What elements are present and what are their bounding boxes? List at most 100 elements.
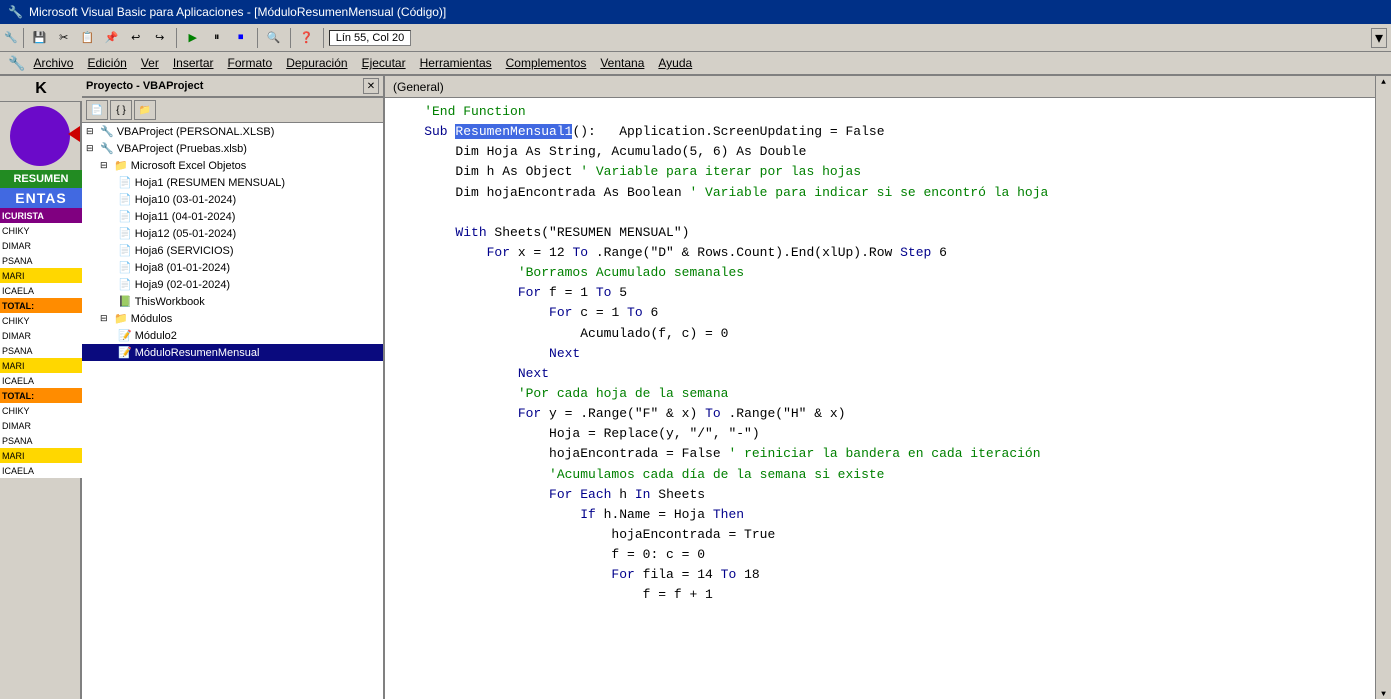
view-code-btn[interactable]: { } [110,100,132,120]
app-left-sidebar: K RESUMEN ENTAS ICURISTA CHIKY DIMAR PSA… [0,76,82,699]
find-btn[interactable]: 🔍 [263,29,285,46]
tree-label-vba2: VBAProject (Pruebas.xlsb) [117,143,247,155]
code-line-22: hojaEncontrada = True [393,525,1367,545]
title-bar-text: Microsoft Visual Basic para Aplicaciones… [29,5,446,19]
sidebar-dimar2: DIMAR [0,328,82,343]
code-line-21: If h.Name = Hoja Then [393,505,1367,525]
toolbar-icon: 🔧 [4,31,18,44]
code-line-18: hojaEncontrada = False ' reiniciar la ba… [393,444,1367,464]
folder-btn[interactable]: 📁 [134,100,156,120]
tree-label-hoja1: Hoja1 (RESUMEN MENSUAL) [135,177,285,189]
code-line-10: For f = 1 To 5 [393,283,1367,303]
cursor-position: Lín 55, Col 20 [329,30,412,46]
tree-excel-objects[interactable]: ⊟ 📁 Microsoft Excel Objetos [82,157,383,174]
menu-insertar[interactable]: Insertar [167,54,220,72]
menu-ayuda[interactable]: Ayuda [652,54,698,72]
undo-btn[interactable]: ↩ [125,29,147,46]
code-editor[interactable]: 'End Function Sub ResumenMensual1(): App… [385,98,1375,699]
tree-label-hoja11: Hoja11 (04-01-2024) [135,211,236,223]
menu-ventana[interactable]: Ventana [594,54,650,72]
ventas-label: ENTAS [0,188,82,208]
code-line-16: For y = .Range("F" & x) To .Range("H" & … [393,404,1367,424]
tree-moduloresumen[interactable]: 📝 MóduloResumenMensual [82,344,383,361]
tree-label-modulos: Módulos [131,313,173,325]
tree-label-excel: Microsoft Excel Objetos [131,160,247,172]
panel-close-btn[interactable]: ✕ [363,78,379,94]
help-btn[interactable]: ❓ [296,29,318,46]
tree-hoja8[interactable]: 📄 Hoja8 (01-01-2024) [82,259,383,276]
title-bar: 🔧 Microsoft Visual Basic para Aplicacion… [0,0,1391,24]
menu-ver[interactable]: Ver [135,54,165,72]
tree-vba1[interactable]: ⊟ 🔧 VBAProject (PERSONAL.XLSB) [82,123,383,140]
tree-vba2[interactable]: ⊟ 🔧 VBAProject (Pruebas.xlsb) [82,140,383,157]
tree-hoja1[interactable]: 📄 Hoja1 (RESUMEN MENSUAL) [82,174,383,191]
copy-btn[interactable]: 📋 [77,29,99,46]
view-object-btn[interactable]: 📄 [86,100,108,120]
tree-modulos[interactable]: ⊟ 📁 Módulos [82,310,383,327]
tree-hoja12[interactable]: 📄 Hoja12 (05-01-2024) [82,225,383,242]
cut-btn[interactable]: ✂ [53,29,75,46]
paste-btn[interactable]: 📌 [101,29,123,46]
tree-label-moduloresumen: MóduloResumenMensual [135,347,260,359]
scroll-up-btn[interactable]: ▲ [1381,78,1386,87]
code-line-3: Dim Hoja As String, Acumulado(5, 6) As D… [393,142,1367,162]
tree-label-thisworkbook: ThisWorkbook [135,296,205,308]
project-panel: Proyecto - VBAProject ✕ 📄 { } 📁 ⊟ 🔧 VBAP… [82,76,385,699]
menu-complementos[interactable]: Complementos [500,54,593,72]
code-line-20: For Each h In Sheets [393,485,1367,505]
scroll-down-btn[interactable]: ▼ [1381,690,1386,699]
tree-toggle-vba1: ⊟ [86,126,100,137]
code-line-24: For fila = 14 To 18 [393,565,1367,585]
toolbar-sep-5 [323,28,324,48]
tree-thisworkbook[interactable]: 📗 ThisWorkbook [82,293,383,310]
tree-label-hoja9: Hoja9 (02-01-2024) [135,279,230,291]
code-line-1: 'End Function [393,102,1367,122]
menu-ejecutar[interactable]: Ejecutar [356,54,412,72]
code-line-19: 'Acumulamos cada día de la semana si exi… [393,465,1367,485]
code-line-23: f = 0: c = 0 [393,545,1367,565]
sidebar-psana1: PSANA [0,253,82,268]
tree-hoja9[interactable]: 📄 Hoja9 (02-01-2024) [82,276,383,293]
sidebar-chiky1: CHIKY [0,223,82,238]
sidebar-mari2: MARI [0,358,82,373]
sidebar-chiky3: CHIKY [0,403,82,418]
menu-vb-icon: 🔧 [8,55,25,72]
sidebar-icaela3: ICAELA [0,463,82,478]
menu-archivo[interactable]: Archivo [27,54,79,72]
sidebar-chiky2: CHIKY [0,313,82,328]
tree-hoja10[interactable]: 📄 Hoja10 (03-01-2024) [82,191,383,208]
sidebar-icaela2: ICAELA [0,373,82,388]
tree-modulo2[interactable]: 📝 Módulo2 [82,327,383,344]
redo-btn[interactable]: ↪ [149,29,171,46]
code-line-17: Hoja = Replace(y, "/", "-") [393,424,1367,444]
code-line-4: Dim h As Object ' Variable para iterar p… [393,162,1367,182]
sidebar-psana3: PSANA [0,433,82,448]
right-scrollbar: ▲ ▼ [1375,76,1391,699]
code-line-5: Dim hojaEncontrada As Boolean ' Variable… [393,183,1367,203]
stop-btn[interactable]: ⏹ [230,29,252,46]
app-circle-icon [10,106,70,166]
code-line-11: For c = 1 To 6 [393,303,1367,323]
sidebar-icaela1: ICAELA [0,283,82,298]
save-btn[interactable]: 💾 [29,29,51,46]
code-line-12: Acumulado(f, c) = 0 [393,324,1367,344]
code-line-9: 'Borramos Acumulado semanales [393,263,1367,283]
sidebar-total2: TOTAL: [0,388,82,403]
code-line-13: Next [393,344,1367,364]
title-bar-icon: 🔧 [8,5,23,19]
tree-label-vba1: VBAProject (PERSONAL.XLSB) [117,126,275,138]
run-btn[interactable]: ▶ [182,29,204,46]
code-header-general: (General) [393,80,444,94]
k-label: K [0,76,82,102]
tree-hoja6[interactable]: 📄 Hoja6 (SERVICIOS) [82,242,383,259]
pause-btn[interactable]: ⏸ [206,29,228,46]
menu-depuracion[interactable]: Depuración [280,54,353,72]
code-line-14: Next [393,364,1367,384]
menu-formato[interactable]: Formato [222,54,279,72]
tree-label-hoja12: Hoja12 (05-01-2024) [135,228,237,240]
resumen-btn[interactable]: RESUMEN [0,170,82,188]
tree-hoja11[interactable]: 📄 Hoja11 (04-01-2024) [82,208,383,225]
menu-herramientas[interactable]: Herramientas [414,54,498,72]
menu-edicion[interactable]: Edición [81,54,132,72]
sidebar-dimar1: DIMAR [0,238,82,253]
